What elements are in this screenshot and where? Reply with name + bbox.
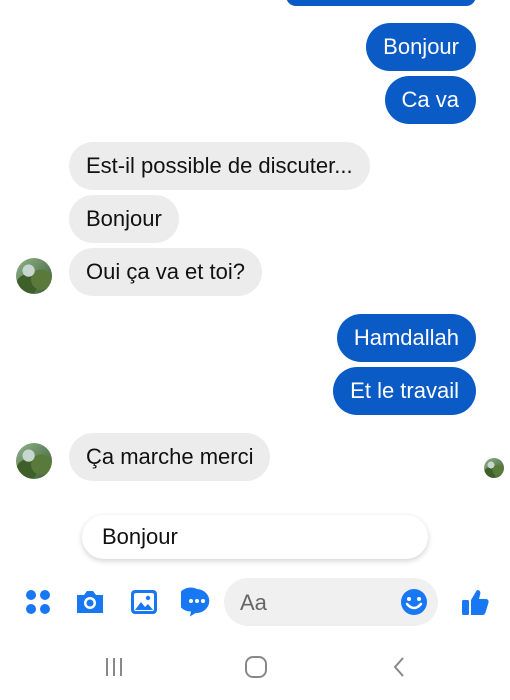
home-icon[interactable] xyxy=(243,654,269,685)
apps-icon[interactable] xyxy=(22,586,54,618)
recent-apps-icon[interactable] xyxy=(103,654,125,685)
contact-avatar[interactable] xyxy=(16,443,52,479)
message-outgoing[interactable]: Hamdallah xyxy=(336,314,476,362)
message-input-box[interactable] xyxy=(224,578,438,626)
system-navigation-bar xyxy=(0,640,510,700)
camera-icon[interactable] xyxy=(74,586,106,618)
thumbs-up-icon[interactable] xyxy=(460,586,492,618)
suggested-reply[interactable]: Bonjour xyxy=(82,515,428,559)
chat-icon[interactable] xyxy=(177,586,213,618)
composer-bar xyxy=(0,578,510,626)
message-input[interactable] xyxy=(238,586,392,620)
back-icon[interactable] xyxy=(389,654,409,685)
message-outgoing[interactable]: Ca va xyxy=(384,76,476,124)
contact-avatar[interactable] xyxy=(16,258,52,294)
message-incoming[interactable]: Bonjour xyxy=(69,195,179,243)
message-outgoing[interactable]: Bonjour xyxy=(366,23,476,71)
message-incoming[interactable]: Ça marche merci xyxy=(69,433,271,481)
message-incoming[interactable]: Oui ça va et toi? xyxy=(69,248,262,296)
read-receipt-avatar xyxy=(484,458,504,478)
message-incoming[interactable]: Est-il possible de discuter... xyxy=(69,142,370,190)
message-bubble-partial xyxy=(286,0,476,6)
emoji-icon[interactable] xyxy=(398,586,430,618)
image-icon[interactable] xyxy=(128,586,160,618)
message-outgoing[interactable]: Et le travail xyxy=(333,367,476,415)
